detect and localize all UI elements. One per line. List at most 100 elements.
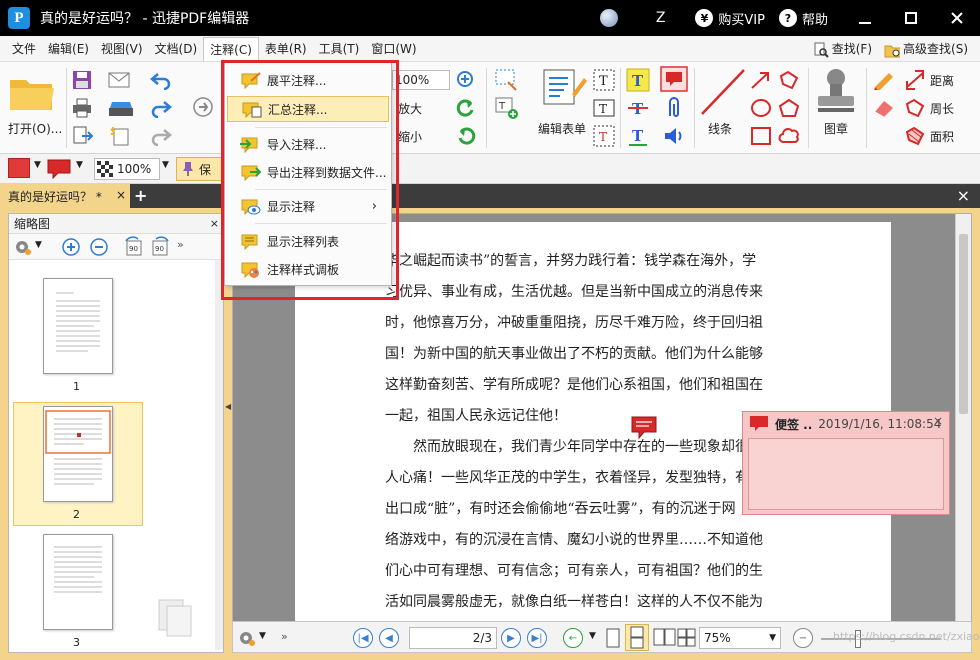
rotate-left-90-icon[interactable]: 90 <box>123 236 145 258</box>
menu-comment[interactable]: 注释(C) <box>203 36 259 61</box>
gear-icon[interactable] <box>13 238 33 256</box>
sticky-note-popup[interactable]: 便签 .. 2019/1/16, 11:08:54 × <box>742 411 950 515</box>
highlight-text-icon[interactable]: T <box>626 68 650 92</box>
facing-pages-icon[interactable] <box>653 628 677 648</box>
go-back-dropdown-icon[interactable]: ▼ <box>589 631 596 641</box>
scrollbar-thumb[interactable] <box>959 234 968 414</box>
print-icon[interactable] <box>72 98 92 118</box>
rotate-ccw-icon[interactable] <box>456 98 476 118</box>
edit-form-icon[interactable] <box>540 68 588 108</box>
panel-splitter-handle[interactable]: ◀ <box>225 398 231 478</box>
new-document-icon[interactable] <box>108 126 132 146</box>
sticky-note-tool-icon[interactable] <box>660 66 688 92</box>
single-page-icon[interactable] <box>605 628 621 648</box>
new-tab-button[interactable]: + <box>134 186 147 205</box>
attachment-icon[interactable] <box>664 96 684 120</box>
sound-icon[interactable] <box>662 124 686 148</box>
form-field-add-icon[interactable]: T <box>494 96 520 120</box>
more-tools-icon[interactable]: » <box>177 238 184 251</box>
save-icon[interactable] <box>72 70 92 90</box>
zoom-in-icon[interactable] <box>456 70 476 90</box>
find-button[interactable]: 查找(F) <box>813 40 872 58</box>
minimize-button[interactable] <box>842 0 888 36</box>
pencil-icon[interactable] <box>872 70 896 90</box>
sticky-note-close-icon[interactable]: × <box>933 414 943 428</box>
zoom-out-button[interactable]: − <box>793 628 813 648</box>
area-label[interactable]: 面积 <box>930 128 954 145</box>
note-color-icon[interactable] <box>46 158 72 180</box>
thumbnail-page-1[interactable] <box>43 278 113 374</box>
eraser-icon[interactable] <box>872 98 896 118</box>
forward-icon[interactable] <box>192 96 214 118</box>
buy-vip-link[interactable]: 购买VIP <box>718 9 765 28</box>
note-color-dropdown-icon[interactable]: ▼ <box>76 160 83 170</box>
pin-tool-button[interactable]: 保 <box>176 157 222 181</box>
perimeter-icon[interactable] <box>904 98 926 118</box>
next-page-button[interactable]: ▶ <box>501 628 521 648</box>
zoom-level-select[interactable]: 75% ▼ <box>699 627 781 649</box>
callout-text-icon[interactable]: T <box>592 124 616 148</box>
stamp-icon[interactable] <box>814 66 858 116</box>
cloud-tool-icon[interactable] <box>778 126 800 146</box>
rotate-right-90-icon[interactable]: 90 <box>149 236 171 258</box>
page-number-input[interactable]: 2/3 <box>409 627 497 649</box>
more-nav-icon[interactable]: » <box>281 630 288 643</box>
note-annotation-icon[interactable] <box>631 416 657 440</box>
menu-edit[interactable]: 编辑(E) <box>42 37 95 61</box>
strikethrough-icon[interactable]: T <box>626 96 650 120</box>
close-all-tabs-button[interactable]: × <box>957 186 970 205</box>
menu-file[interactable]: 文件 <box>6 37 42 61</box>
thumbnail-page-3[interactable] <box>43 534 113 630</box>
pentagon-tool-icon[interactable] <box>778 98 800 118</box>
rotate-cw-icon[interactable] <box>456 126 476 146</box>
previous-page-button[interactable]: ◀ <box>379 628 399 648</box>
sticky-note-header[interactable]: 便签 .. 2019/1/16, 11:08:54 × <box>743 412 949 436</box>
form-text-field-icon[interactable] <box>494 68 520 92</box>
gear-dropdown-icon[interactable]: ▼ <box>35 240 42 250</box>
document-vertical-scrollbar[interactable] <box>955 214 971 622</box>
zoom-combo[interactable]: 100% <box>392 70 450 90</box>
first-page-button[interactable]: |◀ <box>353 628 373 648</box>
redo-secondary-icon[interactable] <box>150 126 172 146</box>
menu-document[interactable]: 文档(D) <box>149 37 204 61</box>
line-tool-icon[interactable] <box>700 68 746 116</box>
area-icon[interactable] <box>904 126 926 146</box>
rectangle-tool-icon[interactable] <box>750 126 772 146</box>
thumb-zoom-in-icon[interactable] <box>61 237 81 257</box>
export-icon[interactable] <box>72 126 94 146</box>
document-tab[interactable]: 真的是好运吗？ * × <box>0 184 130 208</box>
continuous-facing-icon[interactable] <box>677 628 697 648</box>
distance-icon[interactable] <box>904 70 926 90</box>
opacity-dropdown-icon[interactable]: ▼ <box>162 160 169 170</box>
settings-dropdown-icon[interactable]: ▼ <box>259 631 266 641</box>
thumbnail-scrollbar[interactable] <box>215 260 223 650</box>
thumbnail-close-icon[interactable]: × <box>210 214 219 234</box>
ellipse-tool-icon[interactable] <box>750 98 772 118</box>
settings-gear-icon[interactable] <box>237 629 257 647</box>
distance-label[interactable]: 距离 <box>930 72 954 89</box>
fill-color-swatch[interactable] <box>8 158 30 178</box>
last-page-button[interactable]: ▶| <box>527 628 547 648</box>
polygon-line-icon[interactable] <box>778 70 800 90</box>
fill-color-dropdown-icon[interactable]: ▼ <box>34 160 41 170</box>
menu-tools[interactable]: 工具(T) <box>313 37 366 61</box>
email-icon[interactable] <box>108 70 132 90</box>
thumbnail-page-2[interactable] <box>43 406 113 502</box>
close-window-button[interactable] <box>934 0 980 36</box>
menu-window[interactable]: 窗口(W) <box>365 37 422 61</box>
continuous-page-button[interactable] <box>625 624 649 651</box>
advanced-find-button[interactable]: 高级查找(S) <box>884 40 968 58</box>
help-link[interactable]: 帮助 <box>802 9 828 28</box>
open-button[interactable] <box>8 72 56 117</box>
arrow-tool-icon[interactable] <box>750 70 772 90</box>
tab-close-icon[interactable]: × <box>116 188 126 202</box>
go-back-button[interactable]: ← <box>563 628 583 648</box>
redo-icon[interactable] <box>150 98 172 118</box>
user-name[interactable]: Z <box>656 10 666 26</box>
undo-icon[interactable] <box>150 70 172 90</box>
text-field-icon[interactable]: T <box>592 96 616 120</box>
menu-form[interactable]: 表单(R) <box>259 37 313 61</box>
text-box-icon[interactable]: T <box>592 68 616 92</box>
maximize-button[interactable] <box>888 0 934 36</box>
perimeter-label[interactable]: 周长 <box>930 100 954 117</box>
